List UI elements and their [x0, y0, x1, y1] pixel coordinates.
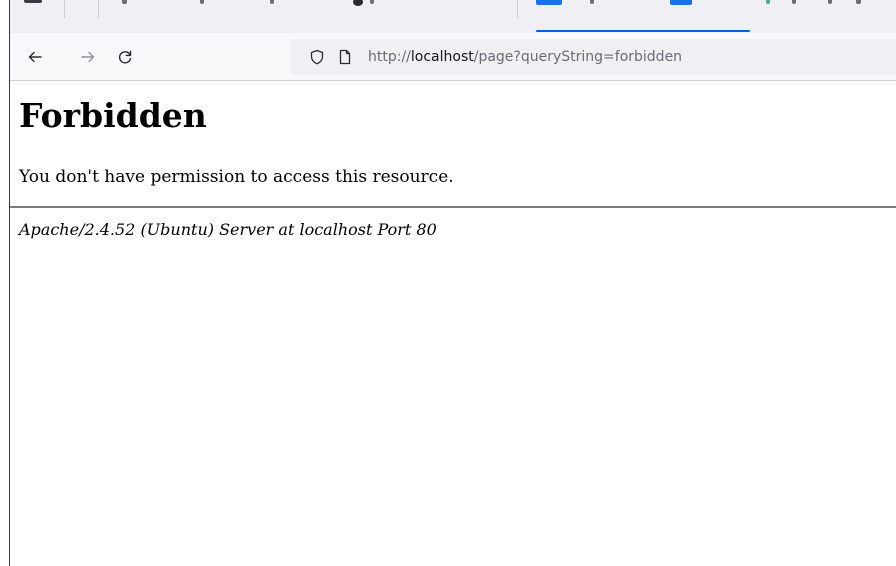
- error-message: You don't have permission to access this…: [19, 167, 454, 187]
- tab-title-fragment[interactable]: [122, 0, 127, 4]
- tab-separator: [517, 0, 518, 18]
- tab-title-fragment[interactable]: [856, 0, 861, 4]
- tab-favicon-icon[interactable]: [353, 0, 363, 6]
- url-text[interactable]: http://localhost/page?queryString=forbid…: [368, 48, 682, 66]
- page-title: Forbidden: [19, 96, 207, 135]
- tab-favicon-icon[interactable]: [670, 0, 692, 5]
- active-tab-indicator: [536, 30, 750, 32]
- reload-icon: [117, 49, 133, 65]
- tab-strip: [10, 0, 896, 33]
- navigation-toolbar: http://localhost/page?queryString=forbid…: [10, 33, 896, 81]
- tab-title-fragment[interactable]: [200, 0, 204, 4]
- tab-title-fragment[interactable]: [590, 0, 594, 4]
- tab-separator: [64, 0, 65, 18]
- tab-title-fragment[interactable]: [766, 0, 770, 4]
- url-path: /page?queryString=forbidden: [473, 49, 683, 65]
- window-edge: [0, 0, 10, 566]
- page-icon[interactable]: [337, 49, 353, 69]
- url-scheme: http://: [368, 49, 411, 65]
- url-bar[interactable]: http://localhost/page?queryString=forbid…: [291, 39, 896, 75]
- back-button[interactable]: [23, 45, 47, 69]
- tab-separator: [98, 0, 99, 18]
- url-host: localhost: [410, 49, 474, 65]
- forward-button[interactable]: [76, 45, 100, 69]
- arrow-right-icon: [80, 49, 96, 65]
- server-signature: Apache/2.4.52 (Ubuntu) Server at localho…: [19, 220, 437, 239]
- shield-icon[interactable]: [309, 49, 325, 69]
- divider: [10, 206, 896, 208]
- tab-title-fragment[interactable]: [828, 0, 832, 4]
- tab-title-fragment[interactable]: [270, 0, 274, 4]
- reload-button[interactable]: [113, 45, 137, 69]
- tab-title-fragment[interactable]: [370, 0, 374, 4]
- tab-list-icon[interactable]: [24, 0, 42, 3]
- tab-favicon-icon[interactable]: [536, 0, 562, 5]
- tab-title-fragment[interactable]: [792, 0, 796, 4]
- page-content: Forbidden You don't have permission to a…: [10, 82, 896, 566]
- arrow-left-icon: [27, 49, 43, 65]
